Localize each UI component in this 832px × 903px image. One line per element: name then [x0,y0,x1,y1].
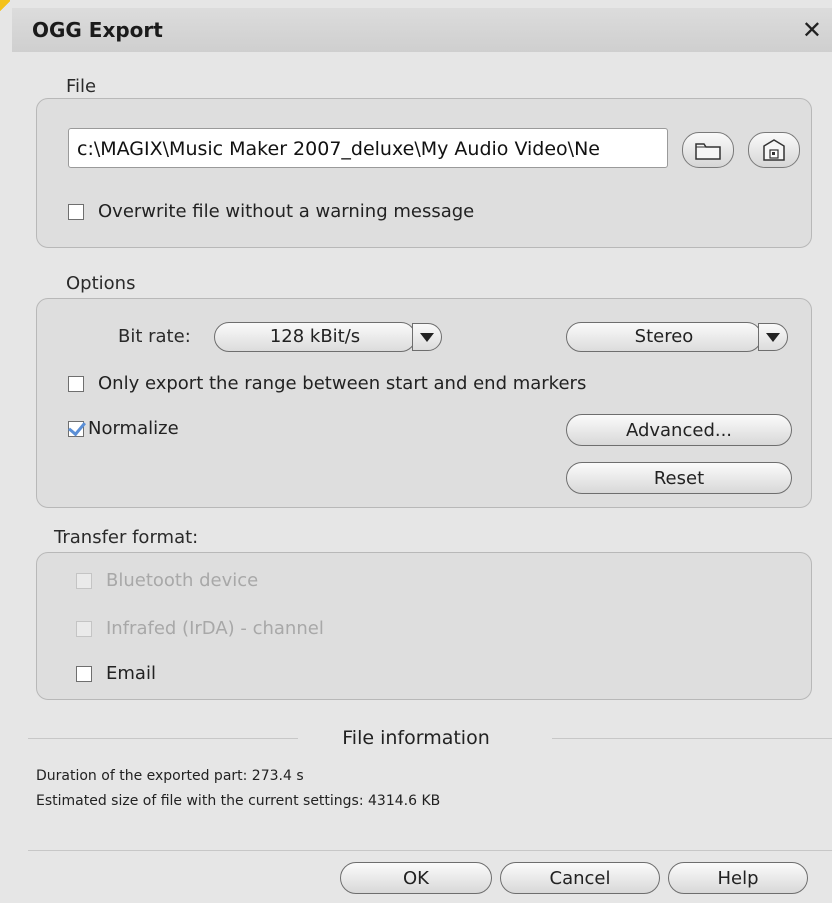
file-section-label: File [66,76,97,97]
dialog-title: OGG Export [32,18,163,42]
footer-separator [28,850,832,851]
irda-label: Infrafed (IrDA) - channel [106,618,324,639]
folder-icon [695,143,721,160]
bitrate-value: 128 kBit/s [214,322,416,352]
save-drive-icon [763,139,785,161]
browse-button[interactable] [682,132,734,168]
bluetooth-checkbox-row: Bluetooth device [76,570,258,591]
file-path-input[interactable]: c:\MAGIX\Music Maker 2007_deluxe\My Audi… [68,128,668,168]
channel-value: Stereo [566,322,762,352]
channel-select[interactable]: Stereo [566,322,790,352]
transfer-section-label: Transfer format: [54,527,199,548]
email-checkbox-row[interactable]: Email [76,663,156,684]
advanced-button[interactable]: Advanced... [566,414,792,446]
bluetooth-label: Bluetooth device [106,570,259,591]
chevron-down-icon[interactable] [758,323,788,351]
overwrite-checkbox-row[interactable]: Overwrite file without a warning message [68,201,474,222]
reset-button[interactable]: Reset [566,462,792,494]
options-section-label: Options [66,273,136,294]
normalize-label: Normalize [88,418,179,439]
close-icon[interactable]: ✕ [802,16,822,44]
range-label: Only export the range between start and … [98,373,587,394]
duration-text: Duration of the exported part: 273.4 s [36,768,304,784]
ok-button[interactable]: OK [340,862,492,894]
normalize-checkbox-row[interactable]: Normalize [68,418,179,439]
save-location-button[interactable] [748,132,800,168]
file-info-title: File information [342,727,490,749]
normalize-checkbox[interactable] [68,420,84,437]
bitrate-label: Bit rate: [118,326,191,347]
cancel-button[interactable]: Cancel [500,862,660,894]
bluetooth-checkbox [76,572,92,589]
file-group [36,98,812,248]
chevron-down-icon[interactable] [412,323,442,351]
title-bar: OGG Export ✕ [12,8,832,52]
range-checkbox[interactable] [68,375,84,392]
range-checkbox-row[interactable]: Only export the range between start and … [68,373,586,394]
corner-mark [0,0,10,18]
irda-checkbox-row: Infrafed (IrDA) - channel [76,618,324,639]
email-label: Email [106,663,156,684]
bitrate-select[interactable]: 128 kBit/s [214,322,444,352]
irda-checkbox [76,620,92,637]
size-text: Estimated size of file with the current … [36,793,441,809]
overwrite-checkbox[interactable] [68,203,84,220]
overwrite-label: Overwrite file without a warning message [98,201,475,222]
ogg-export-dialog: OGG Export ✕ File c:\MAGIX\Music Maker 2… [0,0,832,903]
email-checkbox[interactable] [76,665,92,682]
help-button[interactable]: Help [668,862,808,894]
